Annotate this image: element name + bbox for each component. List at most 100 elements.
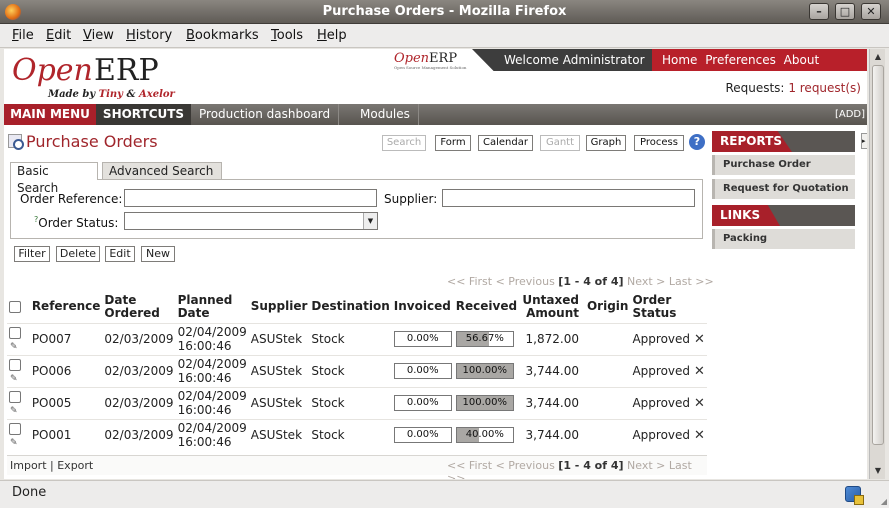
col-origin[interactable]: Origin xyxy=(585,291,630,323)
scroll-up-icon[interactable]: ▲ xyxy=(871,50,885,64)
delete-icon[interactable]: ✕ xyxy=(694,364,705,379)
link-packing[interactable]: Packing xyxy=(712,229,855,249)
col-reference[interactable]: Reference xyxy=(30,291,103,323)
pager-first-link[interactable]: << First xyxy=(447,459,492,472)
requests-link[interactable]: 1 request(s) xyxy=(788,81,861,95)
maximize-button[interactable]: □ xyxy=(835,3,855,20)
row-destination[interactable]: Stock xyxy=(309,419,391,451)
home-link[interactable]: Home xyxy=(662,53,697,67)
import-link[interactable]: Import xyxy=(10,459,47,472)
gantt-view-button[interactable]: Gantt xyxy=(540,135,580,151)
report-request-for-quotation[interactable]: Request for Quotation xyxy=(712,179,855,199)
col-order-status[interactable]: Order Status xyxy=(630,291,692,323)
delete-button[interactable]: Delete xyxy=(56,246,100,262)
tab-advanced-search[interactable]: Advanced Search xyxy=(102,162,222,180)
menu-file[interactable]: File xyxy=(12,28,34,43)
delete-icon[interactable]: ✕ xyxy=(694,332,705,347)
row-supplier[interactable]: ASUStek xyxy=(249,387,310,419)
preferences-link[interactable]: Preferences xyxy=(705,53,776,67)
pager-next-link[interactable]: Next > xyxy=(627,275,665,288)
minimize-button[interactable]: – xyxy=(809,3,829,20)
help-icon[interactable]: ? xyxy=(689,134,705,150)
row-checkbox[interactable] xyxy=(9,422,21,435)
report-purchase-order[interactable]: Purchase Order xyxy=(712,155,855,175)
pencil-icon[interactable]: ✎ xyxy=(10,406,18,416)
logout-link[interactable]: Logout xyxy=(662,75,703,89)
row-checkbox[interactable] xyxy=(9,358,21,371)
pager-previous-link[interactable]: < Previous xyxy=(496,459,555,472)
row-supplier[interactable]: ASUStek xyxy=(249,323,310,355)
process-view-button[interactable]: Process xyxy=(634,135,684,151)
shortcut-production-dashboard[interactable]: Production dashboard xyxy=(191,104,340,125)
delete-icon[interactable]: ✕ xyxy=(694,428,705,443)
row-destination[interactable]: Stock xyxy=(309,323,391,355)
pencil-icon[interactable]: ✎ xyxy=(10,438,18,448)
sidebar-toggle[interactable]: ▸ xyxy=(861,133,867,149)
pager-next-link[interactable]: Next > xyxy=(627,459,665,472)
row-reference[interactable]: PO005 xyxy=(30,387,103,419)
menu-help[interactable]: Help xyxy=(317,28,347,43)
main-menu-tab[interactable]: MAIN MENU xyxy=(4,104,96,125)
links-header: LINKS xyxy=(712,205,855,226)
delete-icon[interactable]: ✕ xyxy=(694,396,705,411)
pager-first-link[interactable]: << First xyxy=(447,275,492,288)
openerp-logo[interactable]: Open ERP Made by Tiny & Axelor xyxy=(10,53,190,101)
calendar-view-button[interactable]: Calendar xyxy=(478,135,533,151)
supplier-input[interactable] xyxy=(442,189,695,207)
about-link[interactable]: About xyxy=(784,53,819,67)
order-status-select[interactable]: ▼ xyxy=(124,212,378,230)
pencil-icon[interactable]: ✎ xyxy=(10,342,18,352)
scroll-thumb[interactable] xyxy=(872,65,884,445)
row-supplier[interactable]: ASUStek xyxy=(249,355,310,387)
col-destination[interactable]: Destination xyxy=(309,291,391,323)
row-checkbox[interactable] xyxy=(9,390,21,403)
form-view-button[interactable]: Form xyxy=(435,135,471,151)
menu-tools[interactable]: Tools xyxy=(271,28,303,43)
pager-range: [1 - 4 of 4] xyxy=(558,459,624,472)
vertical-scrollbar[interactable]: ▲ ▼ xyxy=(869,49,885,479)
row-supplier[interactable]: ASUStek xyxy=(249,419,310,451)
add-shortcut-link[interactable]: [ADD] xyxy=(835,104,865,125)
resize-grip-icon[interactable]: ◢ xyxy=(881,497,887,506)
export-link[interactable]: Export xyxy=(57,459,93,472)
select-all-checkbox[interactable] xyxy=(9,300,21,313)
row-destination[interactable]: Stock xyxy=(309,387,391,419)
order-reference-input[interactable] xyxy=(124,189,377,207)
close-window-button[interactable]: ✕ xyxy=(861,3,881,20)
scroll-down-icon[interactable]: ▼ xyxy=(871,464,885,478)
search-view-button[interactable]: Search xyxy=(382,135,426,151)
col-invoiced[interactable]: Invoiced xyxy=(392,291,454,323)
chevron-down-icon: ▼ xyxy=(363,213,377,229)
menu-edit[interactable]: Edit xyxy=(46,28,71,43)
filter-button[interactable]: Filter xyxy=(14,246,50,262)
row-date-ordered: 02/03/2009 xyxy=(104,364,174,378)
row-destination[interactable]: Stock xyxy=(309,355,391,387)
invoiced-progress: 0.00% xyxy=(393,331,452,347)
col-planned-date[interactable]: Planned Date xyxy=(176,291,249,323)
row-checkbox[interactable] xyxy=(9,326,21,339)
row-reference[interactable]: PO006 xyxy=(30,355,103,387)
edit-button[interactable]: Edit xyxy=(105,246,135,262)
menu-history[interactable]: History xyxy=(126,28,172,43)
menu-view[interactable]: View xyxy=(83,28,114,43)
col-untaxed-amount[interactable]: Untaxed Amount xyxy=(520,291,585,323)
menu-bookmarks[interactable]: Bookmarks xyxy=(186,28,259,43)
row-reference[interactable]: PO007 xyxy=(30,323,103,355)
pencil-icon[interactable]: ✎ xyxy=(10,374,18,384)
table-row[interactable]: ✎ PO005 02/03/2009 02/04/2009 16:00:46 AS… xyxy=(7,387,707,419)
pager-last-link[interactable]: Last >> xyxy=(669,275,714,288)
table-row[interactable]: ✎ PO001 02/03/2009 02/04/2009 16:00:46 AS… xyxy=(7,419,707,451)
pager-previous-link[interactable]: < Previous xyxy=(496,275,555,288)
table-row[interactable]: ✎ PO007 02/03/2009 02/04/2009 16:00:46 AS… xyxy=(7,323,707,355)
tab-basic-search[interactable]: Basic Search xyxy=(10,162,98,195)
graph-view-button[interactable]: Graph xyxy=(586,135,626,151)
col-received[interactable]: Received xyxy=(454,291,521,323)
shortcuts-tab[interactable]: SHORTCUTS xyxy=(96,104,191,125)
table-row[interactable]: ✎ PO006 02/03/2009 02/04/2009 16:00:46 AS… xyxy=(7,355,707,387)
col-supplier[interactable]: Supplier xyxy=(249,291,310,323)
requests-info: Requests: 1 request(s) xyxy=(725,81,861,95)
row-reference[interactable]: PO001 xyxy=(30,419,103,451)
col-date-ordered[interactable]: Date Ordered xyxy=(102,291,175,323)
shortcut-modules[interactable]: Modules xyxy=(352,104,419,125)
new-button[interactable]: New xyxy=(141,246,175,262)
